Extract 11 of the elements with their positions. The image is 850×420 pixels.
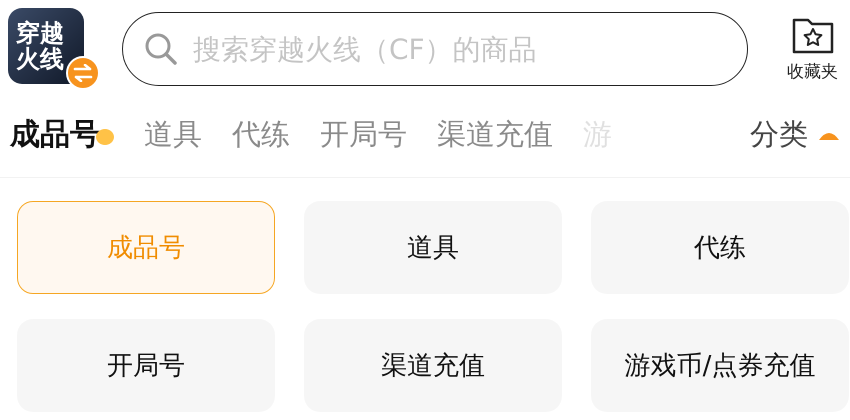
category-card[interactable]: 开局号 <box>17 319 275 412</box>
category-card[interactable]: 游戏币/点券充值 <box>591 319 849 412</box>
category-card[interactable]: 道具 <box>304 201 562 294</box>
category-card[interactable]: 渠道充值 <box>304 319 562 412</box>
logo-text: 穿越火线 <box>16 20 64 72</box>
favorites-button[interactable]: 收藏夹 <box>787 16 838 82</box>
search-field[interactable]: 搜索穿越火线（CF）的商品 <box>122 12 748 86</box>
app-logo[interactable]: 穿越火线 <box>8 8 84 84</box>
search-icon <box>144 32 178 66</box>
category-card[interactable]: 代练 <box>591 201 849 294</box>
category-tab[interactable]: 成品号 <box>10 115 114 154</box>
